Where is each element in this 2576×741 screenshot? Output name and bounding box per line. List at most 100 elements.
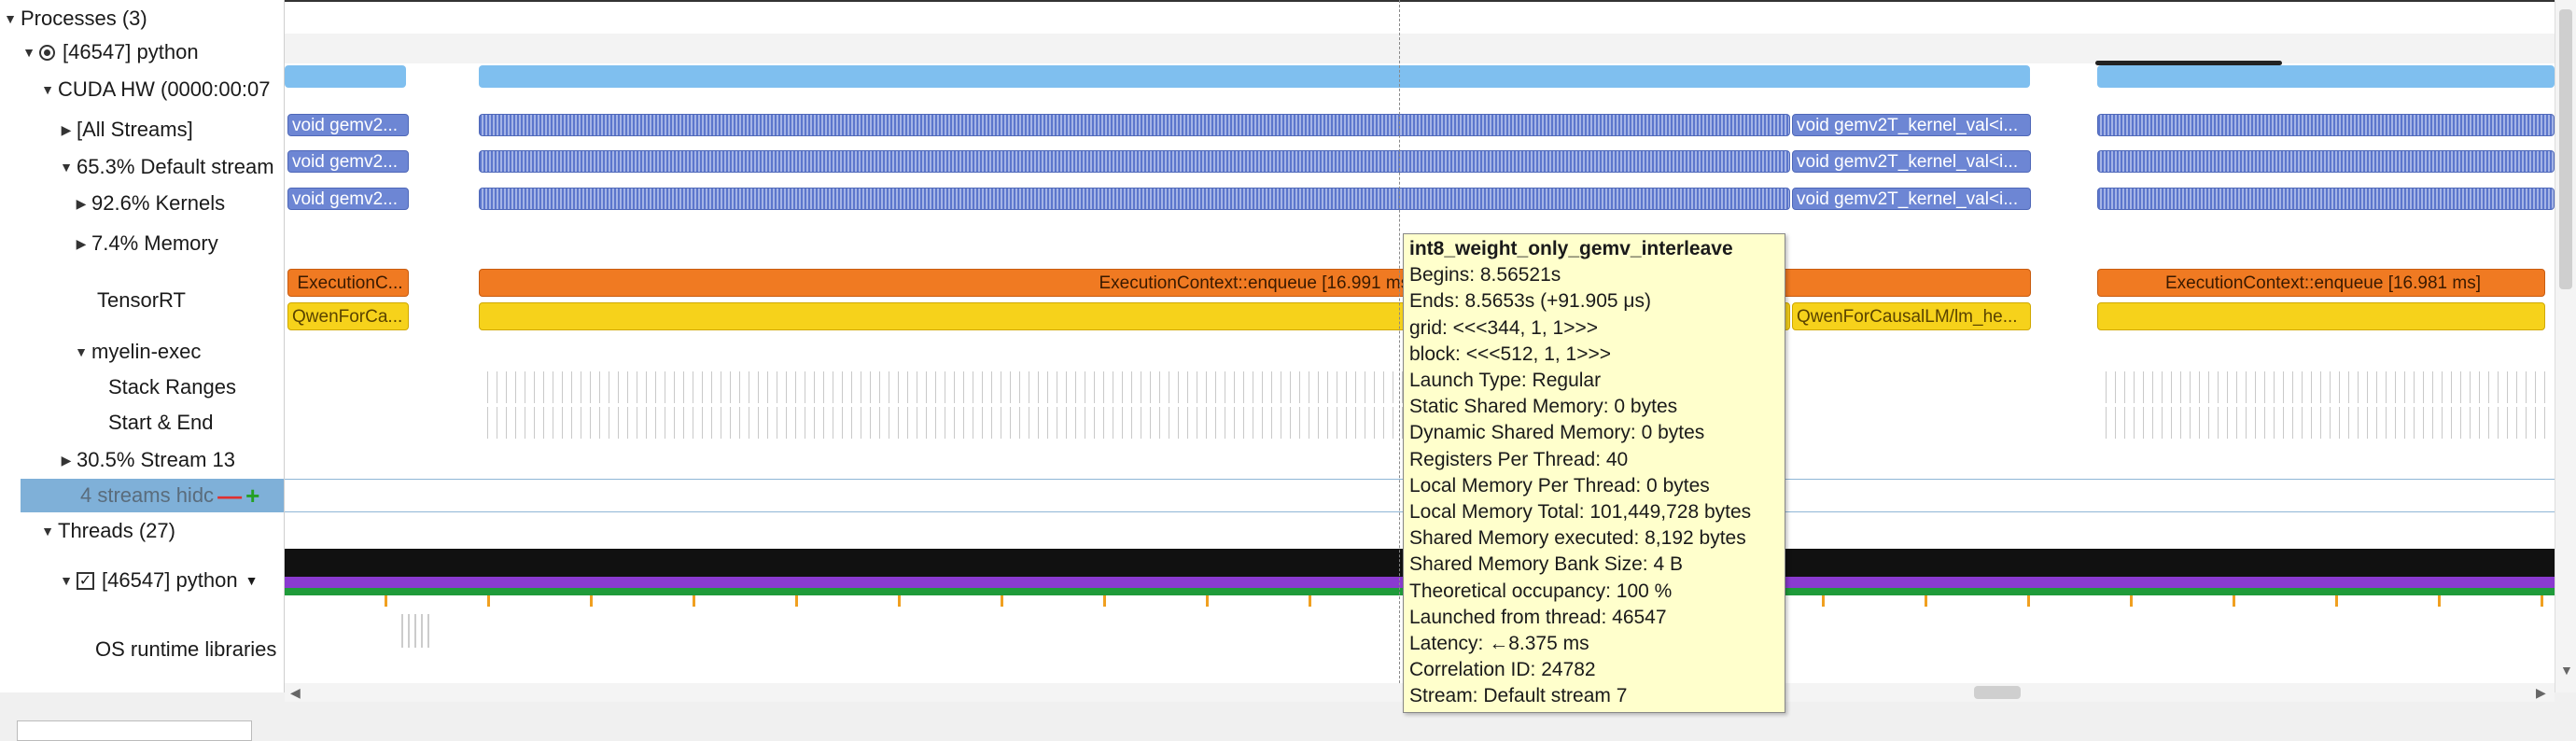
vertical-scrollbar[interactable]: ▼ (2555, 0, 2576, 692)
kernel-hatch-block[interactable] (2097, 188, 2555, 210)
tooltip-line: Stream: Default stream 7 (1409, 685, 1628, 707)
chevron-right-icon[interactable]: ▶ (71, 236, 91, 252)
tree-row-start-end[interactable]: Start & End (0, 406, 284, 440)
memory-block[interactable] (285, 65, 406, 88)
tree-label: 4 streams hidc (80, 483, 215, 507)
tree-label: 7.4% Memory (91, 231, 218, 255)
radio-icon[interactable] (39, 44, 55, 61)
tree-label: [46547] python (63, 40, 199, 63)
trt-model-block[interactable] (2097, 302, 2545, 330)
trt-enqueue-block[interactable]: ExecutionContext::enqueue [16.981 ms] (2097, 269, 2545, 297)
process-row-bg (285, 34, 2555, 63)
tooltip-line: Shared Memory Bank Size: 4 B (1409, 553, 1683, 576)
scrollbar-thumb[interactable] (2559, 9, 2572, 289)
plus-icon[interactable]: + (245, 482, 259, 510)
minus-icon[interactable]: — (217, 482, 242, 510)
trt-enqueue-block[interactable]: ExecutionContext::enqueue [16.991 ms] (479, 269, 2031, 297)
tooltip-line: Static Shared Memory: 0 bytes (1409, 396, 1678, 418)
chevron-right-icon[interactable]: ▶ (56, 453, 77, 468)
kernel-hatch-block[interactable] (2097, 114, 2555, 136)
memory-block[interactable] (2097, 65, 2555, 88)
kernel-block[interactable]: void gemv2... (287, 114, 409, 136)
tree-label: 92.6% Kernels (91, 191, 226, 215)
tooltip-line: Launch Type: Regular (1409, 370, 1602, 392)
default-stream-lane: void gemv2... void gemv2T_kernel_val<i..… (285, 150, 2555, 175)
kernel-tooltip: int8_weight_only_gemv_interleave Begins:… (1403, 233, 1785, 713)
tooltip-line: Shared Memory executed: 8,192 bytes (1409, 527, 1746, 550)
checkbox-icon[interactable]: ✓ (77, 571, 94, 590)
tooltip-line: Registers Per Thread: 40 (1409, 448, 1629, 470)
chevron-down-icon[interactable]: ▼ (37, 524, 58, 538)
start-end-track[interactable] (2097, 407, 2545, 439)
tooltip-line: Latency: ←8.375 ms (1409, 633, 1589, 655)
tree-label: Processes (3) (21, 7, 147, 30)
timeline-tree-panel: ▼ Processes (3) ▼ [46547] python ▼ CUDA … (0, 0, 285, 692)
chevron-down-icon[interactable]: ▼ (56, 160, 77, 175)
chevron-right-icon[interactable]: ▶ (56, 122, 77, 138)
tree-row-kernels[interactable]: ▶ 92.6% Kernels (0, 187, 284, 220)
tree-row-python-thread[interactable]: ▼ ✓ [46547] python ▼ (0, 564, 284, 597)
tree-label: Threads (27) (58, 519, 175, 542)
cuda-hw-lane (285, 61, 2555, 88)
tree-row-myelin-exec[interactable]: ▼ myelin-exec (0, 335, 284, 369)
kernel-hatch-block[interactable] (2097, 150, 2555, 173)
timeline-cursor (1399, 0, 1400, 692)
tree-row-hidden-streams[interactable]: 4 streams hidc — + (21, 479, 284, 512)
scroll-right-icon[interactable]: ▶ (2536, 685, 2546, 701)
tree-label: CUDA HW (0000:00:07 (58, 77, 271, 101)
trt-model-block[interactable]: QwenForCausalLM/lm_he... (1792, 302, 2031, 330)
chevron-down-icon[interactable]: ▼ (37, 82, 58, 97)
tree-row-python-process[interactable]: ▼ [46547] python (0, 35, 284, 69)
tree-row-memory[interactable]: ▶ 7.4% Memory (0, 227, 284, 260)
tree-row-os-runtime[interactable]: OS runtime libraries (0, 633, 284, 666)
tree-label: [46547] python (102, 568, 238, 592)
tree-label: Stack Ranges (108, 375, 236, 398)
tree-row-threads[interactable]: ▼ Threads (27) (0, 514, 284, 548)
tooltip-line: Theoretical occupancy: 100 % (1409, 580, 1673, 602)
kernel-block[interactable]: void gemv2... (287, 150, 409, 173)
tooltip-line: Ends: 8.5653s (+91.905 μs) (1409, 290, 1652, 313)
bottom-panel-tab[interactable] (17, 720, 252, 741)
tree-row-stack-ranges[interactable]: Stack Ranges (0, 370, 284, 404)
trt-model-block[interactable]: QwenForCa... (287, 302, 409, 330)
tooltip-title: int8_weight_only_gemv_interleave (1409, 238, 1733, 259)
tree-row-tensorrt[interactable]: TensorRT (0, 284, 284, 317)
scroll-left-icon[interactable]: ◀ (290, 685, 301, 701)
chevron-down-icon[interactable]: ▼ (19, 45, 39, 60)
tree-label: [All Streams] (77, 118, 193, 141)
tooltip-line: Begins: 8.56521s (1409, 264, 1561, 287)
kernel-block[interactable]: void gemv2... (287, 188, 409, 210)
os-runtime-calls[interactable] (397, 614, 434, 648)
chevron-down-icon[interactable]: ▼ (56, 573, 77, 588)
kernel-block[interactable]: void gemv2T_kernel_val<i... (1792, 150, 2031, 173)
chevron-right-icon[interactable]: ▶ (71, 196, 91, 212)
kernel-block[interactable]: void gemv2T_kernel_val<i... (1792, 188, 2031, 210)
tree-row-cuda-hw[interactable]: ▼ CUDA HW (0000:00:07 (0, 73, 284, 106)
kernel-hatch-block[interactable] (479, 114, 1790, 136)
memory-block[interactable] (479, 65, 2030, 88)
scroll-down-icon[interactable]: ▼ (2560, 663, 2573, 678)
chevron-down-icon[interactable]: ▼ (0, 11, 21, 26)
scrollbar-thumb[interactable] (1974, 686, 2021, 699)
kernel-hatch-block[interactable] (479, 150, 1790, 173)
tree-row-stream13[interactable]: ▶ 30.5% Stream 13 (0, 443, 284, 477)
stack-ranges-track[interactable] (2097, 371, 2545, 403)
tooltip-line: Dynamic Shared Memory: 0 bytes (1409, 422, 1705, 444)
tree-label: 65.3% Default stream (77, 155, 274, 178)
tooltip-line: Correlation ID: 24782 (1409, 659, 1596, 681)
kernel-block[interactable]: void gemv2T_kernel_val<i... (1792, 114, 2031, 136)
kernel-hatch-block[interactable] (479, 188, 1790, 210)
tree-row-default-stream[interactable]: ▼ 65.3% Default stream (0, 150, 284, 184)
tree-row-processes[interactable]: ▼ Processes (3) (0, 2, 284, 35)
kernels-lane: void gemv2... void gemv2T_kernel_val<i..… (285, 188, 2555, 212)
timeline-top-rule (285, 0, 2555, 2)
tooltip-line: grid: <<<344, 1, 1>>> (1409, 316, 1599, 339)
all-streams-lane: void gemv2... void gemv2T_kernel_val<i..… (285, 114, 2555, 138)
tree-row-all-streams[interactable]: ▶ [All Streams] (0, 113, 284, 147)
chevron-down-icon[interactable]: ▼ (71, 344, 91, 359)
trt-enqueue-block[interactable]: ExecutionC... (287, 269, 409, 297)
tree-label: TensorRT (97, 288, 186, 312)
dropdown-caret-icon[interactable]: ▼ (245, 573, 259, 588)
tooltip-line: Launched from thread: 46547 (1409, 606, 1667, 628)
tooltip-line: block: <<<512, 1, 1>>> (1409, 343, 1612, 365)
